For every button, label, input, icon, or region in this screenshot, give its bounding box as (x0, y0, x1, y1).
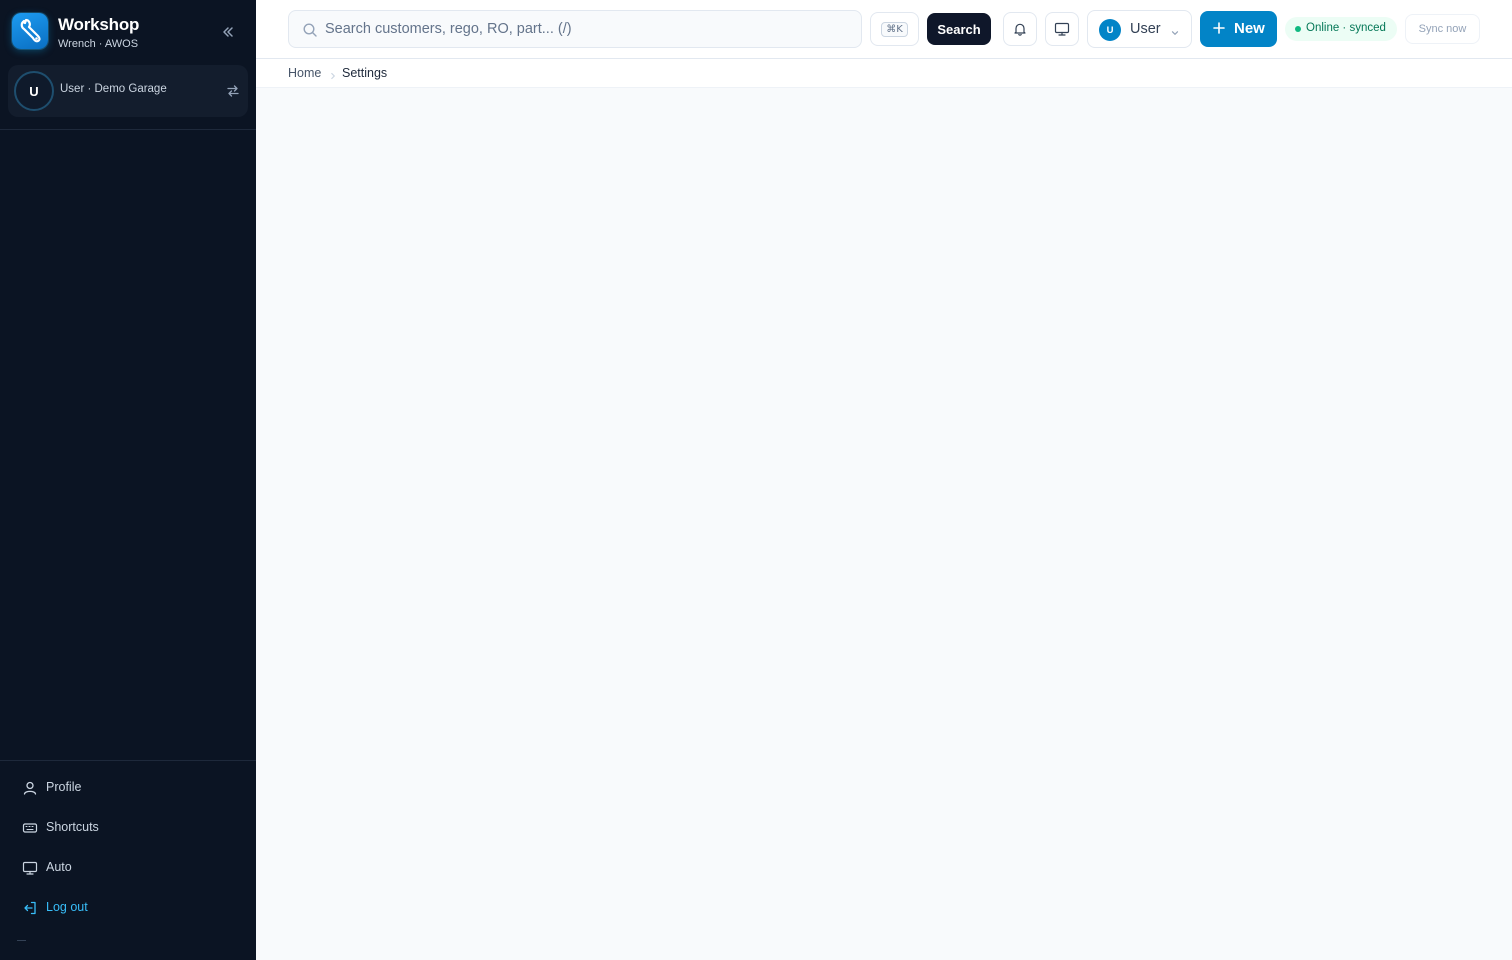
sidebar-item-profile[interactable]: Profile (8, 772, 248, 804)
sidebar-item-label: Profile (46, 780, 82, 794)
topbar: ⌘K Search U User New Online · synced Syn… (256, 0, 1512, 59)
sidebar-item-label: Shortcuts (46, 820, 99, 834)
bell-icon (1014, 23, 1026, 36)
display-mode-button[interactable] (1045, 12, 1079, 46)
sidebar-item-label: Auto (46, 860, 72, 874)
status-badge: Online · synced (1285, 17, 1397, 41)
sidebar-divider (0, 760, 256, 761)
sidebar-item-logout[interactable]: Log out (8, 892, 248, 924)
switch-arrows-icon[interactable] (225, 83, 241, 99)
sidebar-item-label: Log out (46, 900, 88, 914)
sync-now-button[interactable]: Sync now (1405, 14, 1480, 44)
user-menu-button[interactable]: U User (1087, 10, 1192, 48)
sidebar-divider (0, 129, 256, 130)
new-button-label: New (1234, 20, 1265, 37)
keyboard-icon (22, 820, 38, 836)
workspace-user-label: User · Demo Garage (60, 83, 167, 95)
monitor-icon (1054, 22, 1070, 36)
wrench-logo-icon (12, 13, 48, 49)
breadcrumb-current: Settings (342, 66, 388, 80)
app-subtitle: Wrench · AWOS (58, 38, 139, 50)
user-menu-label: User (1130, 21, 1161, 37)
breadcrumb: Home Settings (256, 59, 1512, 88)
status-dot-icon (1295, 26, 1301, 32)
workspace-switcher[interactable]: U User · Demo Garage (8, 65, 248, 117)
collapse-sidebar-button[interactable] (218, 22, 238, 42)
main-content (256, 88, 1512, 960)
chevron-down-icon (1170, 25, 1180, 35)
sidebar-item-theme-auto[interactable]: Auto (8, 852, 248, 884)
brand[interactable]: Workshop Wrench · AWOS (12, 13, 252, 50)
chevrons-left-icon (223, 27, 233, 37)
chevron-right-icon (328, 68, 338, 80)
command-palette-button[interactable]: ⌘K (870, 12, 919, 46)
logout-icon (22, 900, 38, 916)
notifications-button[interactable] (1003, 12, 1037, 46)
search-icon (302, 22, 318, 38)
status-label: Online · synced (1306, 22, 1386, 34)
app-title: Workshop (58, 15, 140, 34)
sidebar: Workshop Wrench · AWOS U User · Demo Gar… (0, 0, 256, 960)
search-input[interactable] (325, 11, 845, 47)
shortcut-hint: ⌘K (881, 21, 908, 37)
search-button[interactable]: Search (927, 13, 991, 45)
sidebar-item-shortcuts[interactable]: Shortcuts (8, 812, 248, 844)
sidebar-handle (17, 940, 26, 941)
avatar: U (14, 71, 54, 111)
new-button[interactable]: New (1200, 11, 1277, 47)
avatar: U (1099, 19, 1121, 41)
user-icon (22, 780, 38, 796)
breadcrumb-home-link[interactable]: Home (288, 66, 321, 80)
global-search[interactable] (288, 10, 862, 48)
monitor-icon (22, 860, 38, 876)
plus-icon (1213, 22, 1225, 34)
